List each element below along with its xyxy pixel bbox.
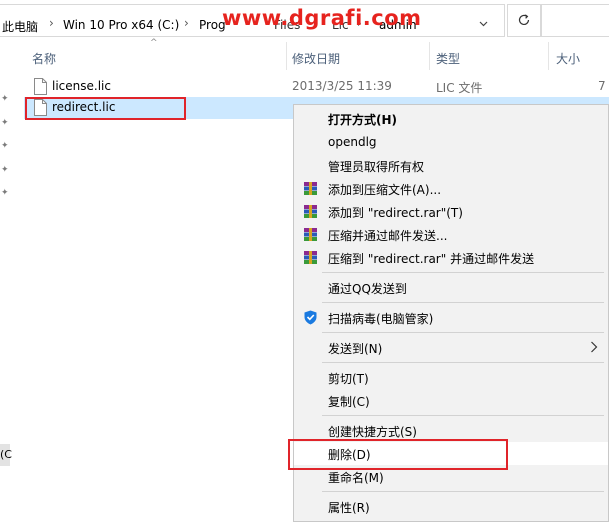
menu-item-properties[interactable]: 属性(R): [294, 495, 608, 518]
address-bar: 此电脑 › Win 10 Pro x64 (C:) › Prog Files L…: [0, 0, 609, 40]
refresh-button[interactable]: [507, 4, 541, 37]
watermark: www.dgrafi.com: [222, 6, 422, 30]
shield-icon: [304, 310, 317, 325]
file-icon: [34, 78, 47, 95]
search-input[interactable]: [541, 4, 609, 37]
column-divider[interactable]: [429, 42, 430, 70]
pin-icon[interactable]: ✦: [1, 94, 9, 104]
winrar-icon: [304, 205, 317, 218]
menu-item-label: 发送到(N): [328, 342, 383, 356]
file-row[interactable]: license.lic 2013/3/25 11:39 LIC 文件 7 K: [24, 76, 609, 98]
column-header-size[interactable]: 大小: [556, 48, 580, 70]
menu-item-label: 通过QQ发送到: [328, 282, 407, 296]
file-name: license.lic: [52, 79, 111, 93]
menu-item-copy[interactable]: 复制(C): [294, 389, 608, 412]
column-header-modified[interactable]: 修改日期: [292, 48, 340, 70]
menu-item-label: 添加到压缩文件(A)...: [328, 183, 442, 197]
nav-item-drive[interactable]: (C: [0, 444, 12, 466]
menu-item-label: 扫描病毒(电脑管家): [328, 312, 434, 326]
menu-separator: [322, 272, 604, 273]
column-header-type[interactable]: 类型: [436, 48, 460, 70]
menu-item-cut[interactable]: 剪切(T): [294, 366, 608, 389]
file-type: LIC 文件: [436, 81, 483, 95]
sort-ascending-icon: ^: [150, 38, 158, 48]
winrar-icon: [304, 251, 317, 264]
refresh-icon: [518, 14, 530, 26]
navigation-pane: ✦ ✦ ✦ ✦ ✦ (C: [0, 40, 14, 523]
menu-item-label: 压缩并通过邮件发送...: [328, 229, 448, 243]
menu-item-label: 管理员取得所有权: [328, 160, 425, 174]
column-divider[interactable]: [548, 42, 549, 70]
menu-item-add-to-archive[interactable]: 添加到压缩文件(A)...: [294, 177, 608, 200]
menu-separator: [322, 491, 604, 492]
menu-item-qq-send[interactable]: 通过QQ发送到: [294, 276, 608, 299]
menu-item-take-ownership[interactable]: 管理员取得所有权: [294, 154, 608, 177]
pin-icon[interactable]: ✦: [1, 118, 9, 128]
breadcrumb-this-pc[interactable]: 此电脑: [2, 18, 38, 35]
winrar-icon: [304, 228, 317, 241]
file-size: 7 K: [598, 79, 609, 93]
pin-icon[interactable]: ✦: [1, 165, 9, 175]
menu-item-label: 创建快捷方式(S): [328, 425, 417, 439]
menu-item-compress-rar-email[interactable]: 压缩到 "redirect.rar" 并通过邮件发送: [294, 246, 608, 269]
menu-item-label: 打开方式(H): [328, 113, 398, 127]
menu-item-send-to[interactable]: 发送到(N): [294, 336, 608, 359]
winrar-icon: [304, 182, 317, 195]
menu-item-scan-virus[interactable]: 扫描病毒(电脑管家): [294, 306, 608, 329]
highlight-box-file: [25, 97, 186, 120]
chevron-right-icon: [591, 341, 598, 353]
menu-item-label: 压缩到 "redirect.rar" 并通过邮件发送: [328, 252, 535, 266]
menu-item-label: 重命名(M): [328, 471, 384, 485]
column-header-name[interactable]: 名称: [32, 48, 56, 70]
pin-icon[interactable]: ✦: [1, 188, 9, 198]
pin-icon[interactable]: ✦: [1, 141, 9, 151]
breadcrumb-separator-icon[interactable]: ›: [184, 16, 189, 30]
menu-item-label: 添加到 "redirect.rar"(T): [328, 206, 463, 220]
menu-separator: [322, 362, 604, 363]
menu-item-opendlg[interactable]: opendlg: [294, 131, 608, 154]
menu-item-label: 复制(C): [328, 395, 370, 409]
breadcrumb-separator-icon[interactable]: ›: [49, 16, 54, 30]
menu-item-open-with[interactable]: 打开方式(H): [294, 107, 608, 130]
file-modified: 2013/3/25 11:39: [292, 79, 392, 93]
column-divider[interactable]: [286, 42, 287, 70]
highlight-box-delete: [288, 439, 508, 470]
menu-item-add-to-rar[interactable]: 添加到 "redirect.rar"(T): [294, 200, 608, 223]
menu-separator: [322, 302, 604, 303]
menu-item-label: 属性(R): [328, 501, 370, 515]
chevron-down-icon[interactable]: [479, 19, 488, 28]
menu-item-label: opendlg: [328, 135, 377, 149]
breadcrumb-drive[interactable]: Win 10 Pro x64 (C:): [63, 18, 179, 32]
menu-separator: [322, 415, 604, 416]
menu-item-compress-email[interactable]: 压缩并通过邮件发送...: [294, 223, 608, 246]
menu-item-label: 剪切(T): [328, 372, 369, 386]
menu-separator: [322, 332, 604, 333]
